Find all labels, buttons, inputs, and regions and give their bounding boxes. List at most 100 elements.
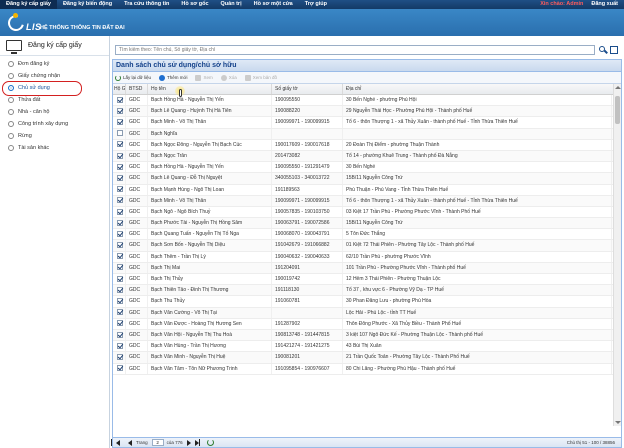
checkbox-icon[interactable] xyxy=(117,163,123,170)
row-checkbox[interactable] xyxy=(113,352,126,363)
checkbox-icon[interactable] xyxy=(117,219,123,226)
row-checkbox[interactable] xyxy=(113,262,126,273)
col-header-btsd[interactable]: BTSD xyxy=(126,84,148,94)
table-row[interactable]: GDC Bạch Mạnh Hùng - Ngô Thị Loan 19118956… xyxy=(113,184,621,196)
checkbox-icon[interactable] xyxy=(117,286,123,293)
radio-icon[interactable] xyxy=(8,133,14,139)
last-page-icon[interactable] xyxy=(194,439,200,446)
row-checkbox[interactable] xyxy=(113,251,126,262)
checkbox-icon[interactable] xyxy=(117,230,123,237)
checkbox-icon[interactable] xyxy=(117,174,123,181)
table-row[interactable]: GDC Bạch Ngô - Ngô Bích Thuỷ 190057835 - 1… xyxy=(113,206,621,219)
table-row[interactable]: GDC Bạch Ngọc Đông - Nguyễn Thị Bạch Cúc 1… xyxy=(113,139,621,151)
radio-icon[interactable] xyxy=(8,85,14,91)
radio-icon[interactable] xyxy=(8,121,14,127)
checkbox-icon[interactable] xyxy=(117,242,123,249)
row-checkbox[interactable] xyxy=(113,184,126,195)
row-checkbox[interactable] xyxy=(113,240,126,251)
row-checkbox[interactable] xyxy=(113,329,126,341)
col-header-ho-gd[interactable]: Hộ GĐ xyxy=(113,84,126,94)
radio-icon[interactable] xyxy=(8,73,14,79)
table-row[interactable]: GDC Bạch Thị Mai 191204091 101 Trần Phú - P… xyxy=(113,262,621,274)
scroll-thumb[interactable] xyxy=(615,96,620,124)
table-row[interactable]: GDC Bạch Nghĩa xyxy=(113,128,621,140)
sidebar-item-tai-san-khac[interactable]: Tài sản khác xyxy=(0,142,109,154)
sidebar-item-rung[interactable]: Rừng xyxy=(0,130,109,142)
checkbox-icon[interactable] xyxy=(117,298,123,305)
table-row[interactable]: GDC Bạch Ngọc Trân 201473082 Tổ 14 - phường… xyxy=(113,150,621,163)
table-row[interactable]: GDC Bạch Lê Quang - Đỗ Thị Nguyệt 34005510… xyxy=(113,173,621,185)
row-checkbox[interactable] xyxy=(113,206,126,218)
checkbox-icon[interactable] xyxy=(117,197,123,204)
checkbox-icon[interactable] xyxy=(117,275,123,282)
menu-dang-ky-bien-dong[interactable]: Đăng ký biến động xyxy=(57,0,118,9)
search-input[interactable] xyxy=(115,44,595,55)
checkbox-icon[interactable] xyxy=(117,342,123,349)
checkbox-icon[interactable] xyxy=(117,130,123,137)
row-checkbox[interactable] xyxy=(113,274,126,285)
checkbox-icon[interactable] xyxy=(117,186,123,193)
advanced-search-icon[interactable] xyxy=(610,45,618,54)
checkbox-icon[interactable] xyxy=(117,96,123,103)
checkbox-icon[interactable] xyxy=(117,208,123,215)
row-checkbox[interactable] xyxy=(113,307,126,318)
checkbox-icon[interactable] xyxy=(117,141,123,148)
row-checkbox[interactable] xyxy=(113,117,126,128)
sidebar-item-nha-can-ho[interactable]: Nhà - căn hộ xyxy=(0,106,109,118)
row-checkbox[interactable] xyxy=(113,229,126,240)
table-row[interactable]: GDC Bạch Văn Minh - Nguyễn Thị Huệ 1900812… xyxy=(113,352,621,364)
row-checkbox[interactable] xyxy=(113,173,126,184)
table-row[interactable]: GDC Bạch Hồng Hà - Nguyễn Thị Yến 19009555… xyxy=(113,95,621,107)
sidebar-item-chu-su-dung[interactable]: Chủ sử dụng xyxy=(0,81,109,96)
menu-ho-so-goc[interactable]: Hồ sơ gốc xyxy=(175,0,214,9)
menu-quan-tri[interactable]: Quản trị xyxy=(215,0,248,9)
table-row[interactable]: GDC Bạch Văn Hội - Nguyễn Thị Thu Hoà 1908… xyxy=(113,329,621,342)
sidebar-item-cong-trinh-xay-dung[interactable]: Công trình xây dựng xyxy=(0,118,109,130)
row-checkbox[interactable] xyxy=(113,106,126,117)
prev-page-icon[interactable] xyxy=(128,439,132,446)
table-row[interactable]: GDC Bạch Phước Tài - Nguyễn Thị Hồng Sâm 1… xyxy=(113,218,621,230)
row-checkbox[interactable] xyxy=(113,363,126,374)
table-row[interactable]: GDC Bạch Thêm - Trần Thị Lý 190040632 - 19… xyxy=(113,251,621,263)
view-map-button[interactable]: Xem bản đồ xyxy=(244,74,277,81)
row-checkbox[interactable] xyxy=(113,150,126,162)
table-row[interactable]: GDC Bạch Minh - Võ Thị Thân 190099971 - 19… xyxy=(113,195,621,207)
checkbox-icon[interactable] xyxy=(117,107,123,114)
checkbox-icon[interactable] xyxy=(117,253,123,260)
first-page-icon[interactable] xyxy=(111,439,120,446)
scroll-down-icon[interactable] xyxy=(615,421,621,424)
radio-icon[interactable] xyxy=(8,109,14,115)
table-row[interactable]: GDC Bạch Lê Quang - Huỳnh Thị Hà Tiên 1900… xyxy=(113,106,621,118)
checkbox-icon[interactable] xyxy=(117,264,123,271)
row-checkbox[interactable] xyxy=(113,95,126,106)
menu-tro-giup[interactable]: Trợ giúp xyxy=(299,0,333,9)
row-checkbox[interactable] xyxy=(113,162,126,173)
table-row[interactable]: GDC Bạch Thiên Tảo - Đinh Thị Thương 19111… xyxy=(113,285,621,297)
logout-link[interactable]: Đăng xuất xyxy=(589,0,624,9)
row-checkbox[interactable] xyxy=(113,195,126,206)
table-row[interactable]: GDC Bạch Văn Được - Hoàng Thị Hương Sen 19… xyxy=(113,318,621,330)
radio-icon[interactable] xyxy=(8,61,14,67)
scroll-up-icon[interactable] xyxy=(615,86,621,89)
view-button[interactable]: Xem xyxy=(195,74,213,81)
radio-icon[interactable] xyxy=(8,145,14,151)
menu-dang-ky-cap-giay[interactable]: Đăng ký cấp giấy xyxy=(0,0,57,9)
row-checkbox[interactable] xyxy=(113,139,126,150)
checkbox-icon[interactable] xyxy=(117,152,123,159)
menu-tra-cuu-thong-tin[interactable]: Tra cứu thông tin xyxy=(118,0,175,9)
table-row[interactable]: GDC Bạch Thu Thủy 191060781 30 Phan Đăng Lư… xyxy=(113,296,621,308)
sidebar-item-don-dang-ky[interactable]: Đơn đăng ký xyxy=(0,58,109,70)
table-row[interactable]: GDC Bạch Văn Cường - Võ Thị Tại Lộc Hải - … xyxy=(113,307,621,319)
sidebar-item-thua-dat[interactable]: Thửa đất xyxy=(0,94,109,106)
menu-ho-so-mot-cua[interactable]: Hồ sơ một cửa xyxy=(248,0,299,9)
row-checkbox[interactable] xyxy=(113,296,126,307)
search-icon[interactable] xyxy=(598,45,608,55)
col-header-so-giay-to[interactable]: Số giấy tờ xyxy=(272,84,343,94)
row-checkbox[interactable] xyxy=(113,128,126,139)
checkbox-icon[interactable] xyxy=(117,365,123,372)
add-new-button[interactable]: Thêm mới xyxy=(159,74,187,81)
page-number-input[interactable]: 2 xyxy=(151,439,164,446)
checkbox-icon[interactable] xyxy=(117,331,123,338)
checkbox-icon[interactable] xyxy=(117,309,123,316)
checkbox-icon[interactable] xyxy=(117,119,123,126)
